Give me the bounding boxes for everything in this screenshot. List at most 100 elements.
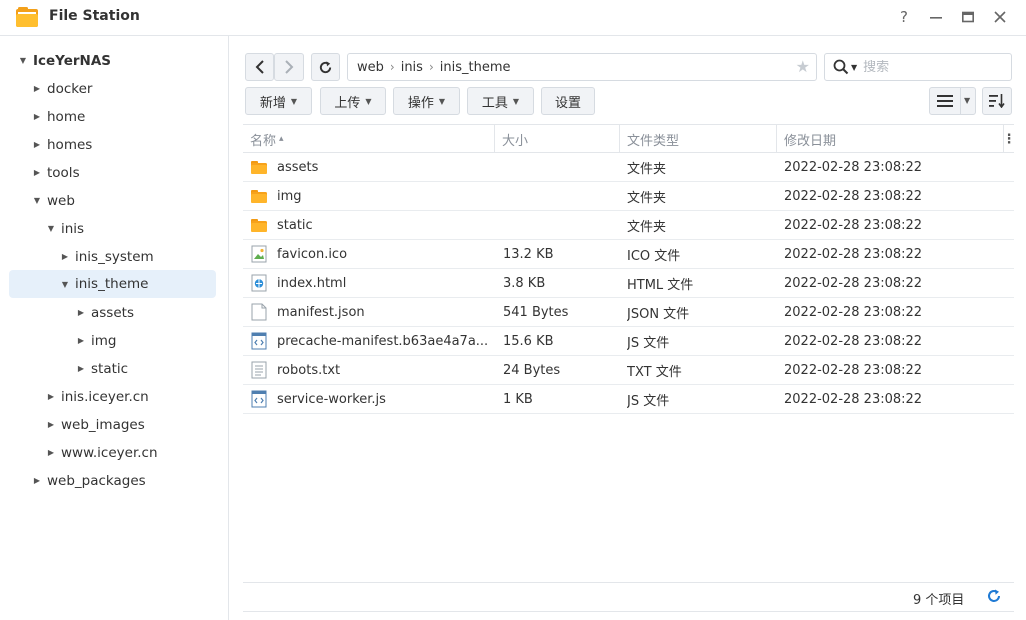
minimize-icon[interactable] bbox=[925, 6, 947, 28]
caret-right-icon[interactable]: ▶ bbox=[58, 252, 72, 261]
tree-item-static[interactable]: ▶ static bbox=[74, 355, 128, 382]
table-row[interactable]: favicon.ico 13.2 KB ICO 文件 2022-02-28 23:08… bbox=[243, 240, 1014, 269]
tree-item-web[interactable]: ▼ web bbox=[30, 187, 75, 214]
caret-right-icon[interactable]: ▶ bbox=[30, 476, 44, 485]
action-button[interactable]: 操作 ▼ bbox=[393, 87, 460, 115]
file-size: 24 Bytes bbox=[503, 362, 561, 378]
column-header-name[interactable]: 名称 ▴ bbox=[243, 125, 495, 153]
file-size: 1 KB bbox=[503, 391, 533, 407]
file-type: 文件夹 bbox=[627, 190, 667, 206]
file-name-cell: precache-manifest.b63ae4a7a... bbox=[250, 327, 490, 355]
caret-down-icon[interactable]: ▼ bbox=[30, 196, 44, 205]
tree-item-img[interactable]: ▶ img bbox=[74, 327, 117, 354]
file-name: static bbox=[277, 217, 313, 233]
search-input[interactable] bbox=[863, 59, 1004, 75]
column-header-modified[interactable]: 修改日期 bbox=[777, 125, 1004, 153]
view-mode-caret-icon[interactable]: ▼ bbox=[964, 96, 970, 105]
upload-button[interactable]: 上传 ▼ bbox=[320, 87, 386, 115]
tree-item-www-iceyer-cn[interactable]: ▶ www.iceyer.cn bbox=[44, 439, 158, 466]
tree-item-tools[interactable]: ▶ tools bbox=[30, 159, 80, 186]
tree-item-inis-system[interactable]: ▶ inis_system bbox=[58, 243, 154, 270]
file-type: ICO 文件 bbox=[627, 248, 681, 264]
table-row[interactable]: img 文件夹 2022-02-28 23:08:22 bbox=[243, 182, 1014, 211]
search-box[interactable]: ▼ bbox=[824, 53, 1012, 81]
back-button[interactable] bbox=[245, 53, 274, 81]
close-icon[interactable] bbox=[989, 6, 1011, 28]
file-modified-date: 2022-02-28 23:08:22 bbox=[784, 391, 923, 407]
path-breadcrumb[interactable]: web › inis › inis_theme ★ bbox=[347, 53, 817, 81]
caret-right-icon[interactable]: ▶ bbox=[44, 392, 58, 401]
table-row[interactable]: precache-manifest.b63ae4a7a... 15.6 KB JS … bbox=[243, 327, 1014, 356]
tree-item-iceyernas[interactable]: ▼ IceYerNAS bbox=[16, 47, 111, 74]
column-options-icon[interactable]: ⋮ bbox=[1003, 125, 1016, 153]
tree-item-homes[interactable]: ▶ homes bbox=[30, 131, 92, 158]
caret-down-icon[interactable]: ▼ bbox=[44, 224, 58, 233]
caret-down-icon[interactable]: ▼ bbox=[58, 280, 72, 289]
caret-right-icon[interactable]: ▶ bbox=[30, 168, 44, 177]
file-modified-date: 2022-02-28 23:08:22 bbox=[784, 362, 923, 378]
refresh-button[interactable] bbox=[311, 53, 340, 81]
caret-right-icon[interactable]: ▶ bbox=[44, 448, 58, 457]
breadcrumb-inis[interactable]: inis bbox=[401, 60, 423, 75]
folder-icon bbox=[250, 158, 268, 176]
table-row[interactable]: assets 文件夹 2022-02-28 23:08:22 bbox=[243, 153, 1014, 182]
tools-button[interactable]: 工具 ▼ bbox=[467, 87, 534, 115]
tree-item-inis[interactable]: ▼ inis bbox=[44, 215, 84, 242]
table-row[interactable]: service-worker.js 1 KB JS 文件 2022-02-28 23:… bbox=[243, 385, 1014, 414]
tree-item-inis-iceyer-cn[interactable]: ▶ inis.iceyer.cn bbox=[44, 383, 149, 410]
caret-right-icon[interactable]: ▶ bbox=[74, 308, 88, 317]
table-row[interactable]: index.html 3.8 KB HTML 文件 2022-02-28 23:08:… bbox=[243, 269, 1014, 298]
file-name: favicon.ico bbox=[277, 246, 348, 262]
title-bar: File Station ? bbox=[0, 0, 1026, 35]
tree-item-inis-theme[interactable]: ▼ inis_theme bbox=[9, 270, 216, 298]
table-row[interactable]: manifest.json 541 Bytes JSON 文件 2022-02-28 … bbox=[243, 298, 1014, 327]
file-name-cell: img bbox=[250, 182, 490, 210]
item-count: 9 个项目 bbox=[913, 593, 965, 608]
column-header-type[interactable]: 文件类型 bbox=[620, 125, 777, 153]
folder-icon bbox=[250, 216, 268, 234]
file-list-pane: web › inis › inis_theme ★ ▼ 新增▼ 上传▼ 操作▼ … bbox=[229, 35, 1026, 620]
settings-button[interactable]: 设置 bbox=[541, 87, 595, 115]
list-view-icon bbox=[937, 95, 953, 107]
caret-right-icon[interactable]: ▶ bbox=[30, 140, 44, 149]
sort-ascending-icon: ▴ bbox=[279, 134, 284, 144]
caret-right-icon[interactable]: ▶ bbox=[44, 420, 58, 429]
file-type: JS 文件 bbox=[627, 335, 670, 351]
breadcrumb-inis-theme[interactable]: inis_theme bbox=[440, 60, 511, 75]
file-size: 13.2 KB bbox=[503, 246, 554, 262]
table-header: 名称 ▴ 大小 文件类型 修改日期 ⋮ bbox=[243, 124, 1016, 153]
caret-down-icon[interactable]: ▼ bbox=[16, 56, 30, 65]
tree-item-home[interactable]: ▶ home bbox=[30, 103, 85, 130]
search-options-caret-icon[interactable]: ▼ bbox=[851, 63, 857, 72]
breadcrumb-web[interactable]: web bbox=[357, 60, 384, 75]
tree-item-assets[interactable]: ▶ assets bbox=[74, 299, 134, 326]
tree-item-web-images[interactable]: ▶ web_images bbox=[44, 411, 145, 438]
caret-right-icon[interactable]: ▶ bbox=[74, 364, 88, 373]
caret-right-icon[interactable]: ▶ bbox=[74, 336, 88, 345]
file-size bbox=[503, 182, 623, 210]
sort-button[interactable] bbox=[982, 87, 1012, 115]
file-size: 15.6 KB bbox=[503, 333, 554, 349]
forward-button[interactable] bbox=[274, 53, 304, 81]
column-header-size[interactable]: 大小 bbox=[495, 125, 620, 153]
tree-item-web-packages[interactable]: ▶ web_packages bbox=[30, 467, 146, 494]
refresh-icon[interactable] bbox=[986, 588, 1002, 608]
caret-right-icon[interactable]: ▶ bbox=[30, 84, 44, 93]
help-icon[interactable]: ? bbox=[893, 6, 915, 28]
table-row[interactable]: robots.txt 24 Bytes TXT 文件 2022-02-28 23:08… bbox=[243, 356, 1014, 385]
file-size bbox=[503, 153, 623, 181]
table-row[interactable]: static 文件夹 2022-02-28 23:08:22 bbox=[243, 211, 1014, 240]
folder-tree-sidebar: ▼ IceYerNAS ▶ docker ▶ home ▶ homes ▶ to… bbox=[0, 35, 229, 620]
view-mode-button[interactable]: ▼ bbox=[929, 87, 976, 115]
tree-item-docker[interactable]: ▶ docker bbox=[30, 75, 93, 102]
caret-right-icon[interactable]: ▶ bbox=[30, 112, 44, 121]
file-type: JSON 文件 bbox=[627, 306, 690, 322]
file-modified-date: 2022-02-28 23:08:22 bbox=[784, 304, 923, 320]
favorite-star-icon[interactable]: ★ bbox=[796, 59, 810, 75]
file-modified-date: 2022-02-28 23:08:22 bbox=[784, 246, 923, 262]
search-icon[interactable] bbox=[833, 59, 849, 75]
new-button[interactable]: 新增 ▼ bbox=[245, 87, 312, 115]
maximize-icon[interactable] bbox=[957, 6, 979, 28]
file-name-cell: manifest.json bbox=[250, 298, 490, 326]
dropdown-caret-icon: ▼ bbox=[438, 96, 446, 106]
